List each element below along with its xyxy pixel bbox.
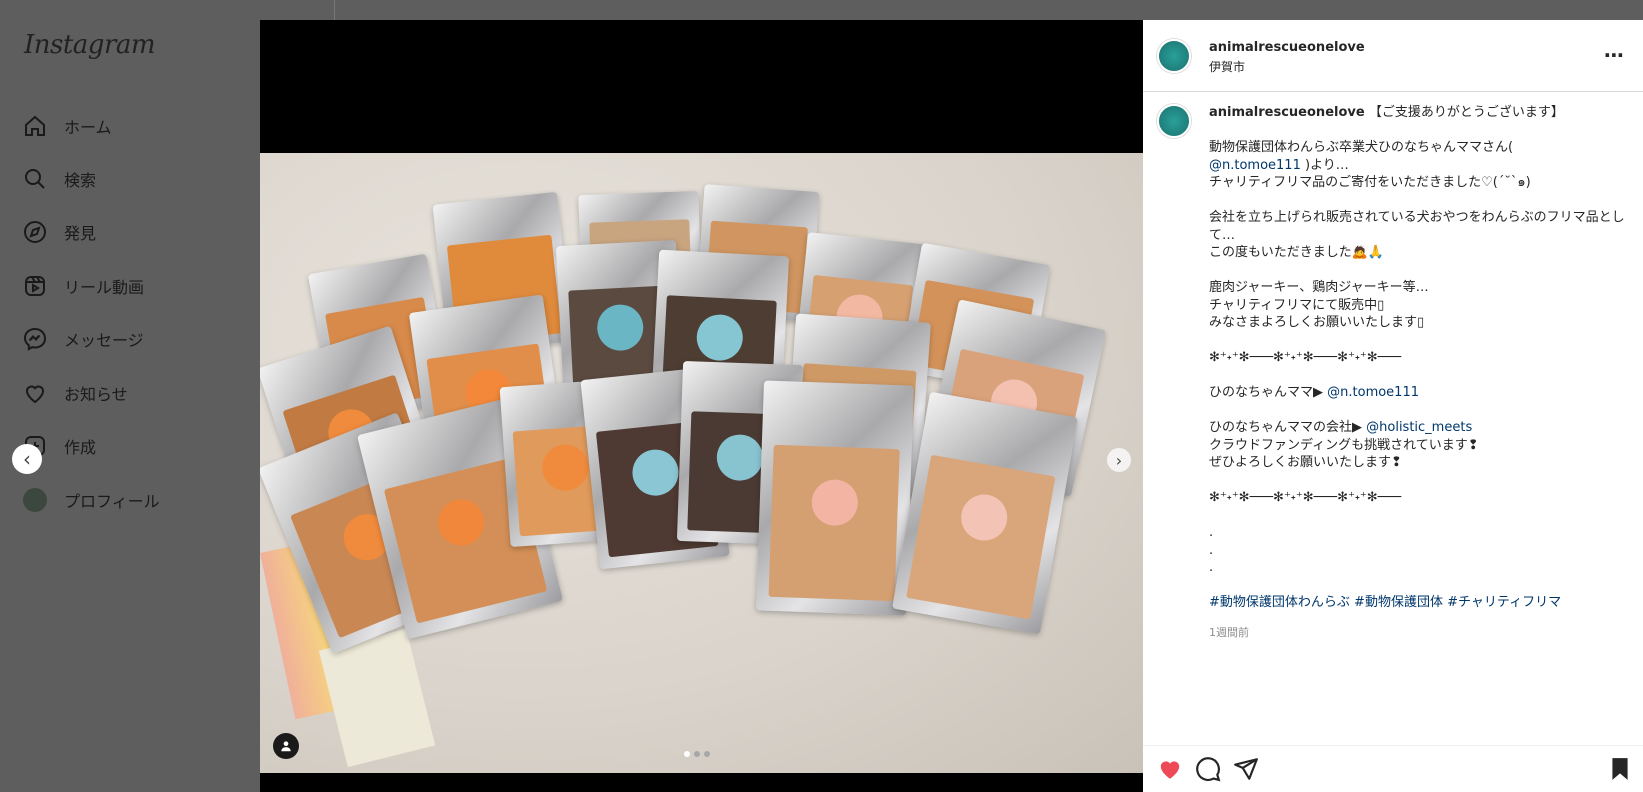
mention-link[interactable]: @holistic_meets xyxy=(1366,420,1472,435)
mention-link[interactable]: @n.tomoe111 xyxy=(1209,158,1301,173)
post-timestamp[interactable]: 1週間前 xyxy=(1209,624,1629,640)
post-panel: animalrescueonelove 伊賀市 ⋯ animalrescueon… xyxy=(1143,20,1643,792)
like-button[interactable] xyxy=(1157,756,1185,784)
comment-button[interactable] xyxy=(1195,756,1223,784)
next-image-button[interactable]: › xyxy=(1107,448,1131,472)
caption-line: この度もいただきました🙇🙏 xyxy=(1209,245,1385,260)
comment-icon xyxy=(1196,757,1221,782)
post-header: animalrescueonelove 伊賀市 ⋯ xyxy=(1143,20,1643,92)
nav-label: 発見 xyxy=(64,224,97,243)
hashtag-link[interactable]: #チャリティフリマ xyxy=(1447,595,1561,610)
home-icon xyxy=(22,113,48,139)
post-caption: animalrescueonelove 【ご支援ありがとうございます】 動物保護… xyxy=(1143,92,1643,640)
carousel-dot xyxy=(684,751,690,757)
nav-label: 作成 xyxy=(64,438,97,457)
hashtag-link[interactable]: #動物保護団体 xyxy=(1354,595,1443,610)
more-options-icon[interactable]: ⋯ xyxy=(1604,43,1625,67)
tagged-users-button[interactable] xyxy=(273,733,299,759)
heart-filled-icon xyxy=(1160,761,1180,779)
caption-line: ぜひよろしくお願いいたします❢ xyxy=(1209,455,1402,470)
post-media xyxy=(260,20,1143,792)
caption-divider: ✻⁺˖⁺✻───✻⁺˖⁺✻───✻⁺˖⁺✻─── xyxy=(1209,490,1402,505)
instagram-logo[interactable]: Instagram xyxy=(24,30,156,60)
post-location[interactable]: 伊賀市 xyxy=(1209,58,1245,75)
caption-line: クラウドファンディングも挑戦されています❢ xyxy=(1209,437,1479,453)
carousel-dot xyxy=(694,751,700,757)
profile-avatar xyxy=(22,487,48,513)
chevron-left-icon: ‹ xyxy=(23,447,31,471)
caption-username[interactable]: animalrescueonelove xyxy=(1209,105,1365,120)
caption-line: チャリティフリマにて販売中▯ xyxy=(1209,297,1385,313)
caption-title: 【ご支援ありがとうございます】 xyxy=(1364,105,1564,120)
nav-label: プロフィール xyxy=(64,492,160,511)
caption-line: ひのなちゃんママ▶ xyxy=(1209,385,1328,400)
caption-line: みなさまよろしくお願いいたします▯ xyxy=(1209,315,1425,330)
caption-line: ひのなちゃんママの会社▶ xyxy=(1209,420,1367,435)
hashtag-link[interactable]: #動物保護団体わんらぶ xyxy=(1209,595,1350,610)
paper-plane-icon xyxy=(1234,758,1258,780)
post-actions xyxy=(1143,745,1643,792)
compass-icon xyxy=(22,219,48,245)
heart-icon xyxy=(22,380,48,406)
share-button[interactable] xyxy=(1233,756,1261,784)
carousel-dot xyxy=(704,751,710,757)
caption-line: チャリティフリマ品のご寄付をいただきました♡(´˘`๑) xyxy=(1209,175,1531,190)
nav-label: メッセージ xyxy=(64,331,144,350)
author-username[interactable]: animalrescueonelove xyxy=(1209,40,1365,55)
search-icon xyxy=(22,166,48,192)
caption-line: . xyxy=(1209,542,1214,558)
author-avatar[interactable] xyxy=(1157,39,1191,73)
save-button[interactable] xyxy=(1607,756,1635,784)
nav-label: お知らせ xyxy=(64,385,128,404)
caption-line: )より… xyxy=(1300,157,1349,173)
caption-divider: ✻⁺˖⁺✻───✻⁺˖⁺✻───✻⁺˖⁺✻─── xyxy=(1209,350,1402,365)
caption-line: . xyxy=(1209,525,1214,540)
caption-line: . xyxy=(1209,560,1214,575)
chevron-right-icon: › xyxy=(1115,450,1123,470)
nav-label: 検索 xyxy=(64,171,97,190)
reels-icon xyxy=(22,273,48,299)
caption-line: 会社を立ち上げられ販売されている犬おやつをわんらぶのフリマ品として… xyxy=(1209,210,1625,243)
carousel-indicator xyxy=(684,751,710,757)
mention-link[interactable]: @n.tomoe111 xyxy=(1327,385,1419,400)
nav-label: ホーム xyxy=(64,118,112,137)
previous-post-button[interactable]: ‹ xyxy=(12,444,42,474)
caption-line: 動物保護団体わんらぶ卒業犬ひのなちゃんママさん( xyxy=(1209,140,1514,155)
messenger-icon xyxy=(22,326,48,352)
caption-line: 鹿肉ジャーキー、鶏肉ジャーキー等… xyxy=(1209,280,1429,295)
caption-text: animalrescueonelove 【ご支援ありがとうございます】 動物保護… xyxy=(1209,104,1629,612)
user-icon xyxy=(281,741,291,752)
bookmark-icon xyxy=(1612,758,1628,780)
post-image[interactable] xyxy=(260,153,1143,773)
nav-label: リール動画 xyxy=(64,278,145,297)
author-avatar[interactable] xyxy=(1157,104,1191,138)
